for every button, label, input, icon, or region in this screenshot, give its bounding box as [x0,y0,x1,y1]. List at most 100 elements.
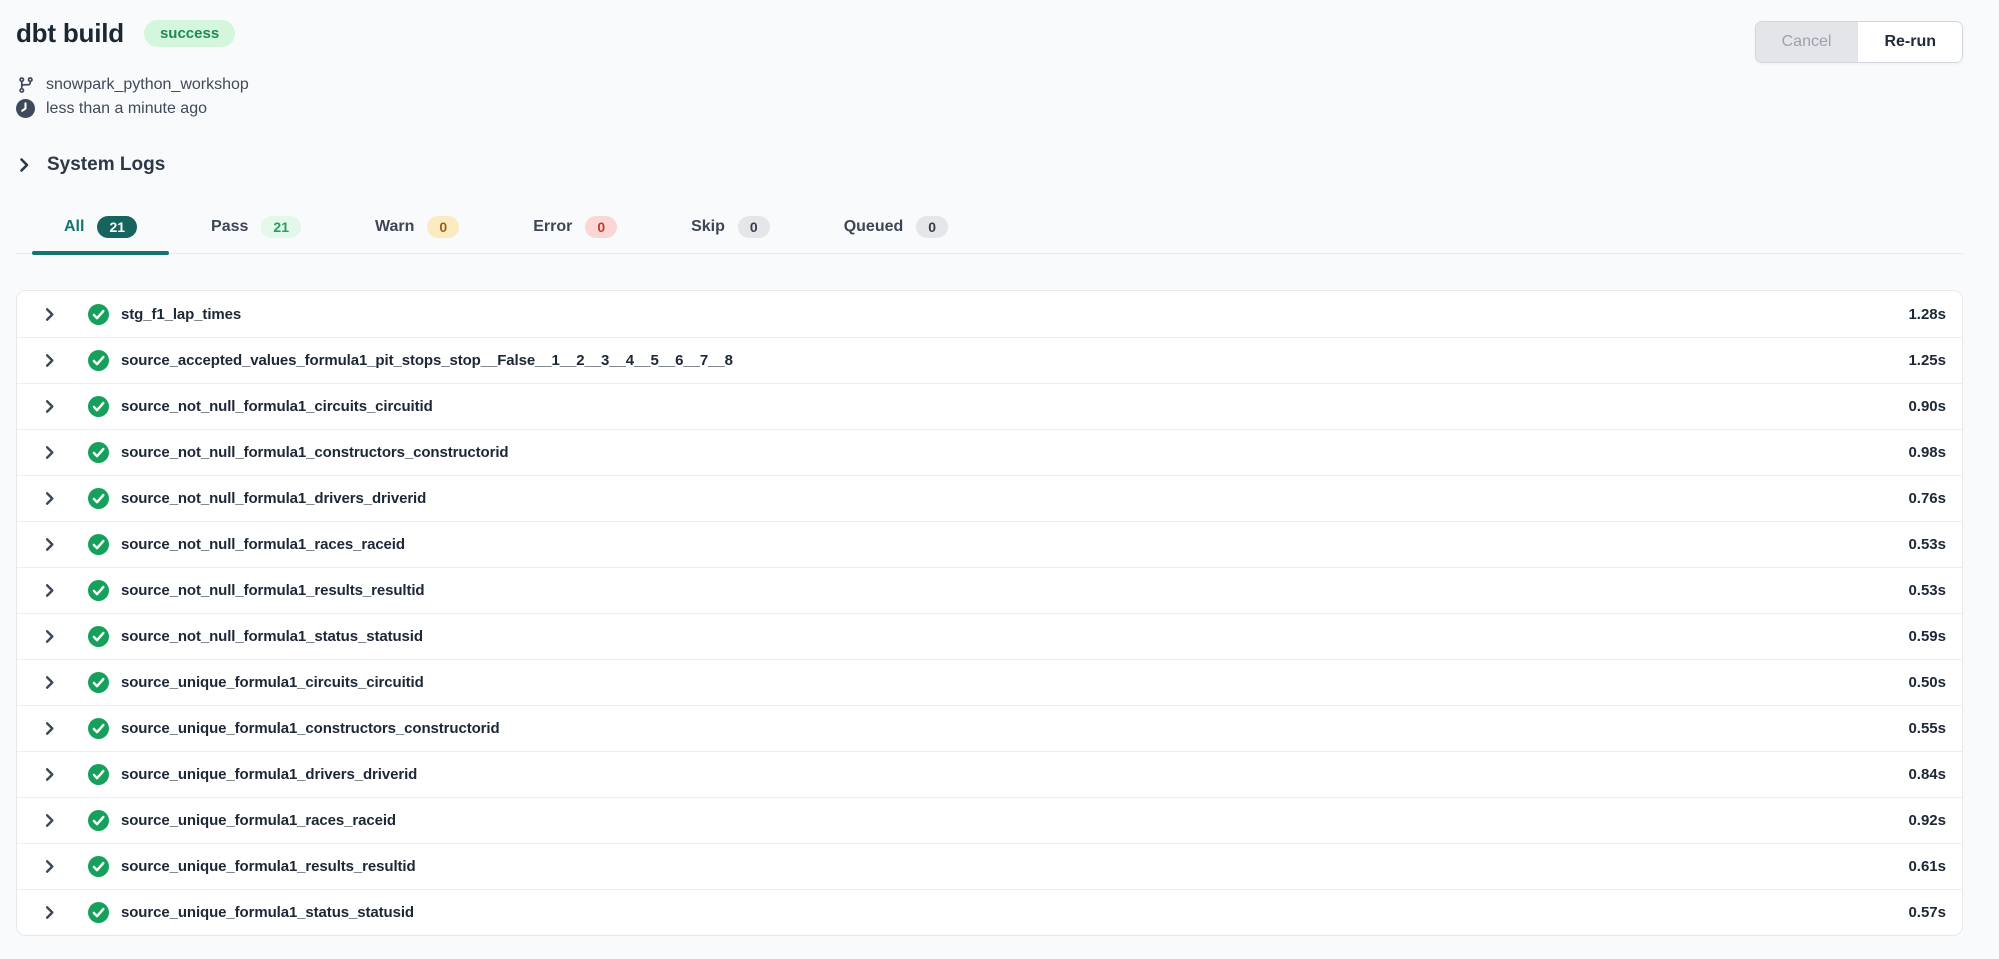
node-duration: 0.61s [1908,858,1946,875]
result-row: source_unique_formula1_results_resultid … [17,843,1962,889]
result-row: stg_f1_lap_times 1.28s [17,291,1962,337]
node-duration: 1.25s [1908,352,1946,369]
node-duration: 0.98s [1908,444,1946,461]
node-duration: 1.28s [1908,306,1946,323]
expand-chevron-icon[interactable] [42,905,57,920]
page-title: dbt build [16,18,124,49]
expand-chevron-icon[interactable] [42,307,57,322]
result-row: source_not_null_formula1_constructors_co… [17,429,1962,475]
tab-error[interactable]: Error 0 [533,216,617,253]
result-row: source_unique_formula1_races_raceid 0.92… [17,797,1962,843]
result-row: source_not_null_formula1_results_resulti… [17,567,1962,613]
tab-count-badge: 21 [97,216,137,238]
result-row: source_unique_formula1_status_statusid 0… [17,889,1962,935]
node-duration: 0.57s [1908,904,1946,921]
pass-check-icon [88,764,109,785]
node-name: source_not_null_formula1_races_raceid [121,536,405,553]
time-ago: less than a minute ago [46,100,207,118]
node-duration: 0.90s [1908,398,1946,415]
node-duration: 0.92s [1908,812,1946,829]
branch-name: snowpark_python_workshop [46,76,249,94]
result-row: source_not_null_formula1_circuits_circui… [17,383,1962,429]
tab-label: Queued [844,218,904,236]
node-name: source_unique_formula1_status_statusid [121,904,414,921]
node-duration: 0.76s [1908,490,1946,507]
tab-label: All [64,218,84,236]
clock-icon [16,99,35,118]
pass-check-icon [88,718,109,739]
node-name: stg_f1_lap_times [121,306,241,323]
tab-count-badge: 0 [916,216,948,238]
expand-chevron-icon[interactable] [42,675,57,690]
expand-chevron-icon[interactable] [42,583,57,598]
pass-check-icon [88,856,109,877]
result-row: source_accepted_values_formula1_pit_stop… [17,337,1962,383]
pass-check-icon [88,442,109,463]
node-duration: 0.53s [1908,536,1946,553]
node-duration: 0.84s [1908,766,1946,783]
run-actions: Cancel Re-run [1755,21,1963,63]
tab-warn[interactable]: Warn 0 [375,216,459,253]
tab-count-badge: 0 [427,216,459,238]
node-name: source_not_null_formula1_constructors_co… [121,444,509,461]
node-name: source_unique_formula1_drivers_driverid [121,766,417,783]
tab-count-badge: 21 [261,216,301,238]
title-wrap: dbt build success [16,18,235,49]
tab-queued[interactable]: Queued 0 [844,216,948,253]
tab-label: Warn [375,218,414,236]
expand-chevron-icon[interactable] [42,813,57,828]
expand-chevron-icon[interactable] [42,399,57,414]
header: dbt build success Cancel Re-run [16,18,1963,63]
result-row: source_not_null_formula1_status_statusid… [17,613,1962,659]
pass-check-icon [88,396,109,417]
node-name: source_unique_formula1_circuits_circuiti… [121,674,424,691]
node-name: source_not_null_formula1_status_statusid [121,628,423,645]
expand-chevron-icon[interactable] [42,537,57,552]
node-duration: 0.55s [1908,720,1946,737]
result-row: source_unique_formula1_circuits_circuiti… [17,659,1962,705]
node-duration: 0.53s [1908,582,1946,599]
run-detail-page: dbt build success Cancel Re-run snowpark… [0,0,1999,936]
expand-chevron-icon[interactable] [42,353,57,368]
expand-chevron-icon[interactable] [42,859,57,874]
system-logs-toggle[interactable]: System Logs [16,154,1963,176]
cancel-button[interactable]: Cancel [1756,22,1858,62]
tab-pass[interactable]: Pass 21 [211,216,301,253]
results-list: stg_f1_lap_times 1.28s source_accepted_v… [16,290,1963,936]
node-name: source_unique_formula1_constructors_cons… [121,720,500,737]
node-name: source_not_null_formula1_circuits_circui… [121,398,433,415]
result-row: source_unique_formula1_constructors_cons… [17,705,1962,751]
node-name: source_not_null_formula1_results_resulti… [121,582,425,599]
pass-check-icon [88,304,109,325]
tab-count-badge: 0 [738,216,770,238]
node-duration: 0.59s [1908,628,1946,645]
expand-chevron-icon[interactable] [42,629,57,644]
result-row: source_not_null_formula1_races_raceid 0.… [17,521,1962,567]
time-line: less than a minute ago [16,99,1963,118]
expand-chevron-icon[interactable] [42,445,57,460]
tab-all[interactable]: All 21 [64,216,137,253]
expand-chevron-icon[interactable] [42,491,57,506]
tab-skip[interactable]: Skip 0 [691,216,770,253]
expand-chevron-icon[interactable] [42,767,57,782]
status-badge: success [144,20,235,47]
tab-label: Error [533,218,572,236]
node-name: source_unique_formula1_races_raceid [121,812,396,829]
branch-line: snowpark_python_workshop [16,75,1963,94]
node-duration: 0.50s [1908,674,1946,691]
result-row: source_not_null_formula1_drivers_driveri… [17,475,1962,521]
system-logs-label: System Logs [47,154,165,176]
result-row: source_unique_formula1_drivers_driverid … [17,751,1962,797]
tab-label: Skip [691,218,725,236]
pass-check-icon [88,810,109,831]
git-branch-icon [16,75,35,94]
status-tabs: All 21 Pass 21 Warn 0 Error 0 Skip 0 Que… [16,216,1963,254]
pass-check-icon [88,580,109,601]
expand-chevron-icon[interactable] [42,721,57,736]
run-meta: snowpark_python_workshop less than a min… [16,75,1963,118]
pass-check-icon [88,534,109,555]
pass-check-icon [88,488,109,509]
rerun-button[interactable]: Re-run [1857,22,1962,62]
pass-check-icon [88,626,109,647]
chevron-right-icon [16,157,32,173]
